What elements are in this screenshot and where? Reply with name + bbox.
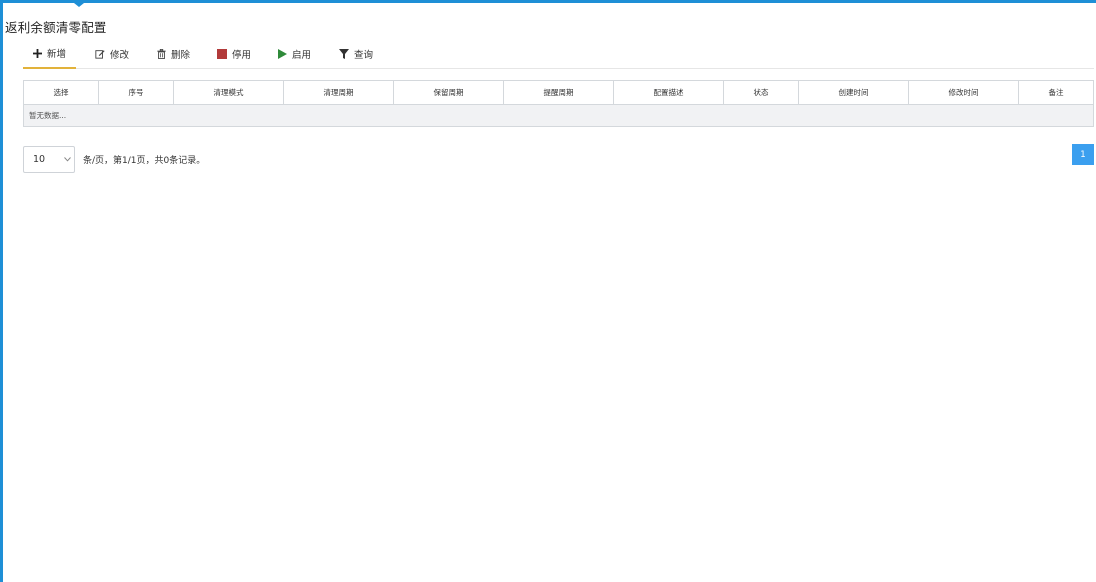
edit-button-label: 修改 <box>110 49 130 61</box>
page-info-text: 条/页，第1/1页，共0条记录。 <box>83 156 206 166</box>
column-header-clear-mode[interactable]: 清理模式 <box>174 81 284 104</box>
trash-icon <box>157 48 166 59</box>
edit-button[interactable]: 修改 <box>95 39 129 68</box>
top-accent-bar <box>0 0 1096 3</box>
column-header-description[interactable]: 配置描述 <box>614 81 724 104</box>
active-tab-pointer <box>74 3 84 7</box>
column-header-clear-period[interactable]: 清理周期 <box>284 81 394 104</box>
left-accent-bar <box>0 0 3 582</box>
page-number-button[interactable]: 1 <box>1072 144 1094 165</box>
grid-header-row: 选择 序号 清理模式 清理周期 保留周期 提醒周期 配置描述 状态 创建时间 修… <box>24 81 1093 105</box>
add-button-label: 新增 <box>47 49 67 60</box>
column-header-index[interactable]: 序号 <box>99 81 174 104</box>
plus-icon <box>33 48 42 58</box>
query-button[interactable]: 查询 <box>339 39 373 68</box>
edit-icon <box>95 49 105 59</box>
column-header-created-time[interactable]: 创建时间 <box>799 81 909 104</box>
column-header-remind-period[interactable]: 提醒周期 <box>504 81 614 104</box>
enable-button[interactable]: 启用 <box>278 39 311 68</box>
column-header-retain-period[interactable]: 保留周期 <box>394 81 504 104</box>
column-header-status[interactable]: 状态 <box>724 81 799 104</box>
page-size-value: 10 <box>33 154 46 165</box>
pagination-bar: 10 条/页，第1/1页，共0条记录。 <box>23 146 205 173</box>
column-header-modified-time[interactable]: 修改时间 <box>909 81 1019 104</box>
disable-button-label: 停用 <box>232 49 252 61</box>
add-button[interactable]: 新增 <box>23 39 77 69</box>
query-button-label: 查询 <box>354 49 374 61</box>
page-title: 返利余额清零配置 <box>5 20 107 35</box>
data-grid: 选择 序号 清理模式 清理周期 保留周期 提醒周期 配置描述 状态 创建时间 修… <box>23 80 1094 127</box>
play-icon <box>278 48 287 59</box>
toolbar: 新增 修改 删除 停用 启用 查询 <box>23 39 1094 69</box>
filter-icon <box>339 48 349 59</box>
column-header-remark[interactable]: 备注 <box>1019 81 1093 104</box>
chevron-down-icon <box>62 147 72 172</box>
disable-button[interactable]: 停用 <box>217 39 251 68</box>
empty-row-message: 暂无数据... <box>24 105 1093 126</box>
column-header-select[interactable]: 选择 <box>24 81 99 104</box>
page-size-select[interactable]: 10 <box>23 146 75 173</box>
stop-icon <box>217 48 227 59</box>
delete-button[interactable]: 删除 <box>157 39 190 68</box>
enable-button-label: 启用 <box>292 49 312 61</box>
delete-button-label: 删除 <box>171 49 191 61</box>
